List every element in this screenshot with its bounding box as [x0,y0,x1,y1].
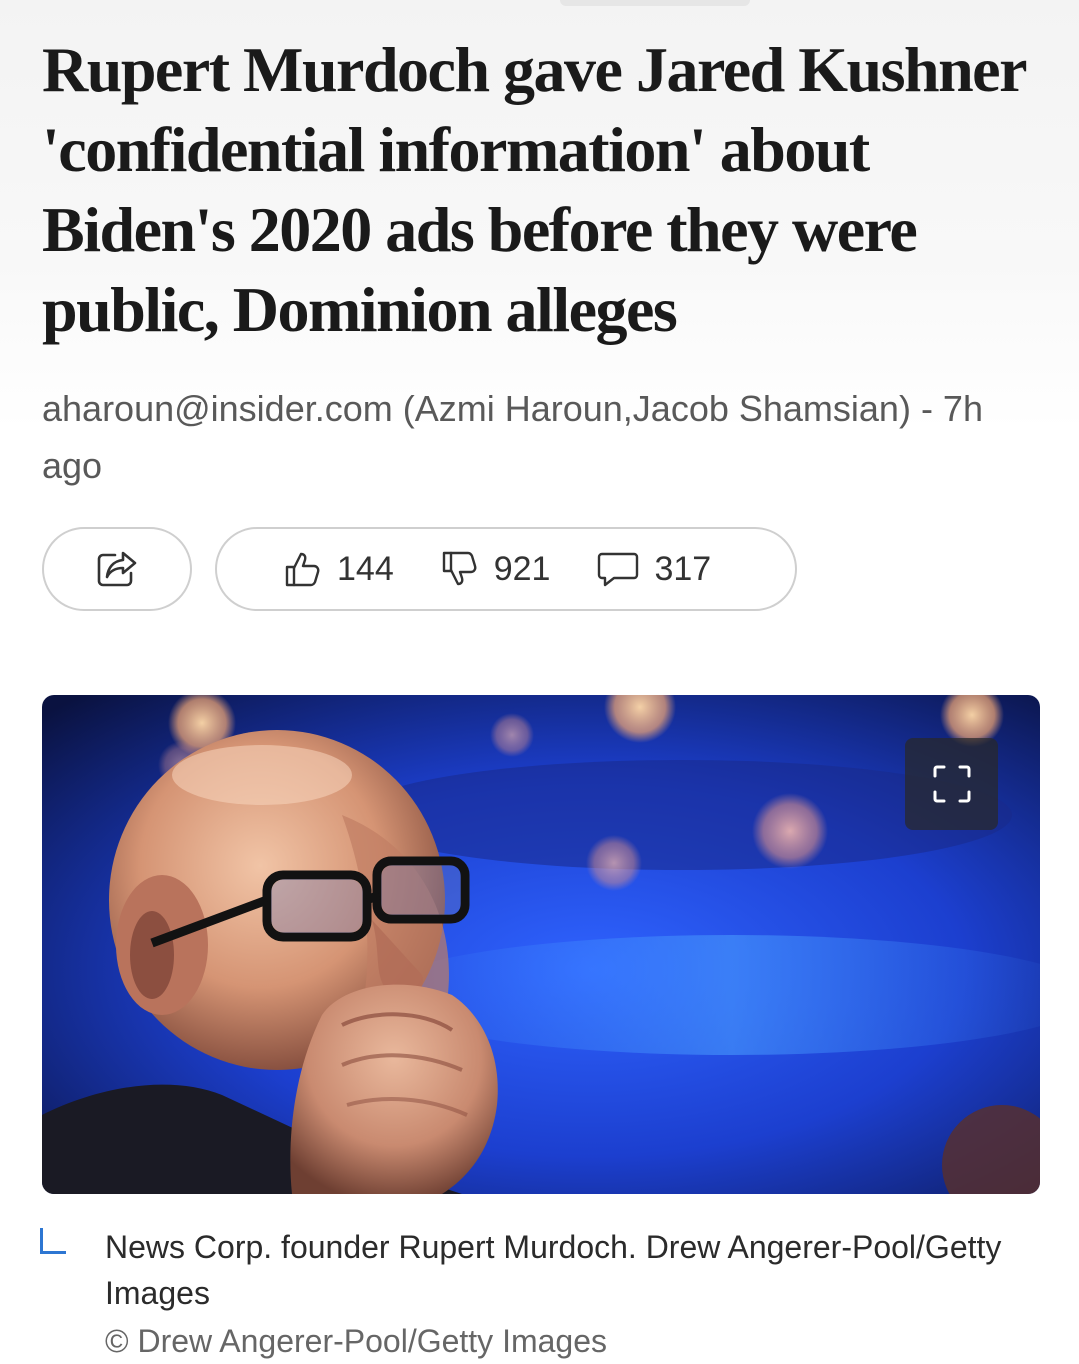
article-photo[interactable] [42,695,1040,1194]
comment-icon [596,549,640,589]
like-count: 144 [337,549,394,588]
caption-marker [40,1228,66,1254]
dislike-count: 921 [493,549,551,588]
comment-count: 317 [654,549,712,588]
reactions-bar: 144 921 317 [215,527,797,611]
comments-button[interactable]: 317 [596,549,711,589]
drag-handle [560,0,750,6]
image-credit: © Drew Angerer-Pool/Getty Images [105,1323,607,1359]
thumbs-up-icon [283,549,323,589]
thumbs-down-icon [440,549,480,589]
share-icon [95,549,139,589]
share-button[interactable] [42,527,192,611]
like-button[interactable]: 144 [283,549,394,589]
image-caption: News Corp. founder Rupert Murdoch. Drew … [105,1229,1002,1311]
dislike-button[interactable]: 921 [440,549,551,589]
article-byline: aharoun@insider.com (Azmi Haroun,Jacob S… [42,388,983,486]
expand-icon [931,763,973,805]
expand-image-button[interactable] [905,738,998,830]
article-headline: Rupert Murdoch gave Jared Kushner 'confi… [42,34,1026,345]
